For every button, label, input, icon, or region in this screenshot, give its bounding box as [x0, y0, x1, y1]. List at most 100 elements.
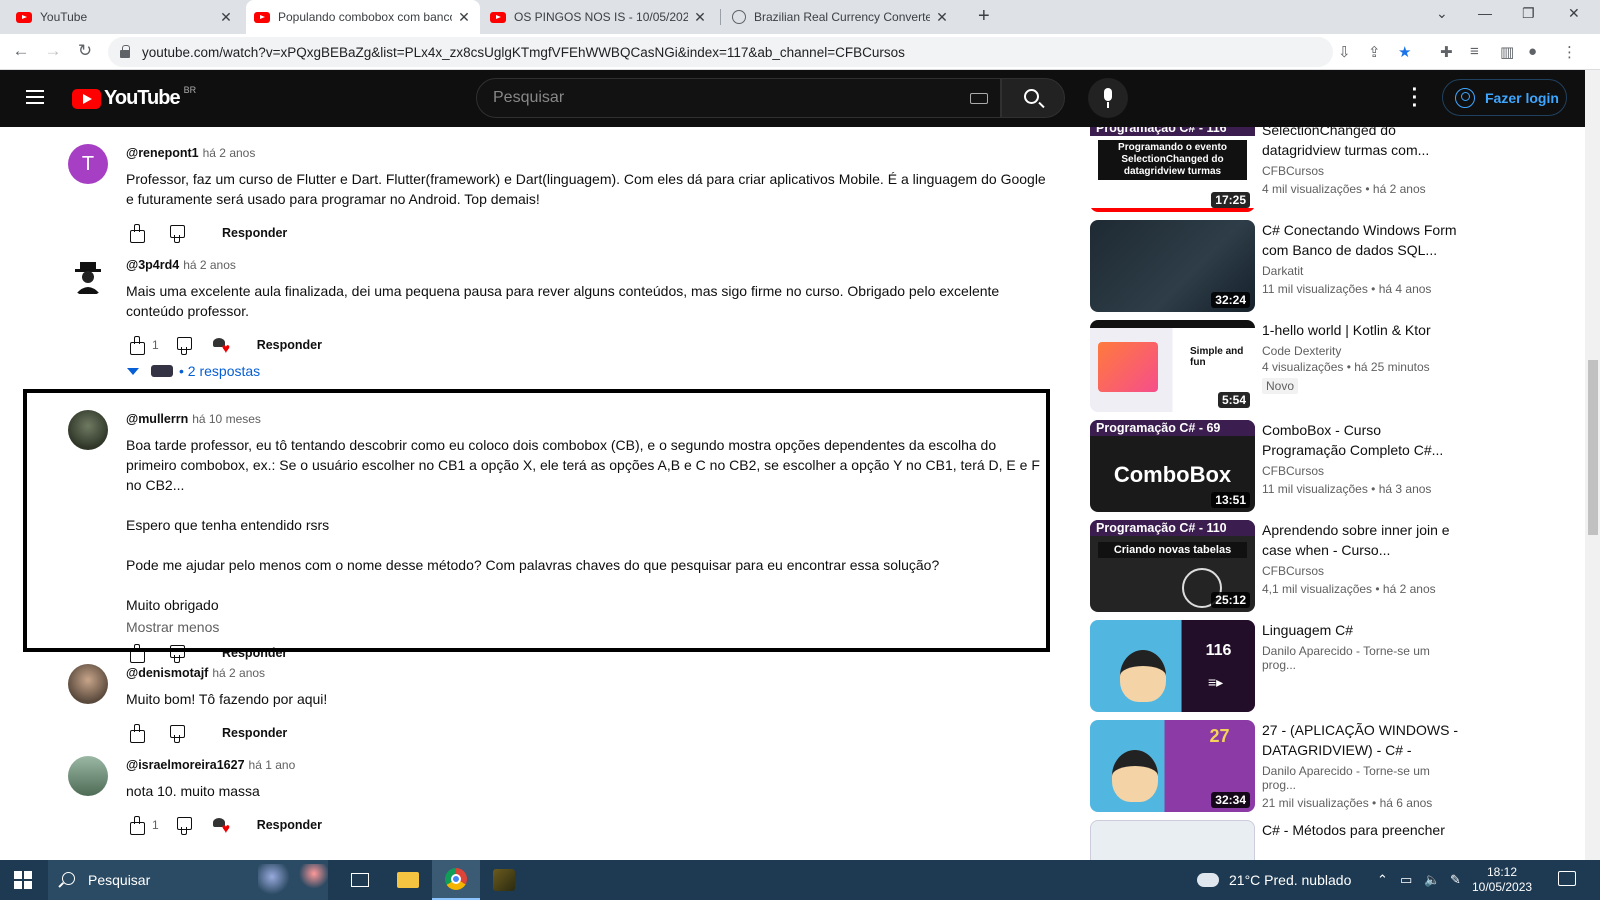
taskbar-search[interactable]: Pesquisar [48, 860, 328, 900]
extensions-icon[interactable]: ✚ [1440, 43, 1453, 61]
view-replies-button[interactable]: • 2 respostas [127, 363, 260, 379]
channel-name[interactable]: Danilo Aparecido - Torne-se um prog... [1262, 764, 1467, 792]
related-video[interactable]: 27 32:34 27 - (APLICAÇÃO WINDOWS - DATAG… [1090, 720, 1570, 814]
video-title[interactable]: C# Conectando Windows Form com Banco de … [1262, 220, 1467, 260]
system-clock[interactable]: 18:12 10/05/2023 [1472, 865, 1532, 895]
dislike-icon[interactable] [173, 816, 193, 835]
windows-start-icon[interactable] [14, 871, 32, 889]
browser-tab-active[interactable]: Populando combobox com banco ✕ [246, 0, 480, 34]
reply-button[interactable]: Responder [257, 338, 322, 352]
menu-icon[interactable] [26, 90, 44, 104]
keyboard-icon[interactable] [970, 93, 988, 104]
like-icon[interactable] [126, 224, 146, 243]
related-video[interactable]: C# - Métodos para preencher [1090, 820, 1570, 860]
channel-name[interactable]: Code Dexterity [1262, 344, 1467, 358]
bookmark-star-icon[interactable]: ★ [1398, 43, 1411, 61]
video-thumbnail[interactable]: 116 ≡▸ [1090, 620, 1255, 712]
video-title[interactable]: Aprendendo sobre inner join e case when … [1262, 520, 1467, 560]
video-thumbnail[interactable]: Simple and fun 5:54 [1090, 320, 1255, 412]
youtube-logo[interactable]: YouTube BR [72, 85, 196, 110]
video-thumbnail[interactable]: Programação C# - 69 ComboBox 13:51 [1090, 420, 1255, 512]
share-icon[interactable]: ⇪ [1368, 43, 1381, 61]
side-panel-icon[interactable]: ▥ [1500, 43, 1514, 61]
comment-time[interactable]: há 1 ano [249, 758, 296, 772]
search-input[interactable]: Pesquisar [476, 78, 1001, 118]
video-title[interactable]: SelectionChanged do datagridview turmas … [1262, 127, 1467, 160]
maximize-icon[interactable]: ❐ [1522, 5, 1535, 22]
avatar[interactable]: T [68, 144, 108, 184]
volume-icon[interactable]: 🔈 [1424, 872, 1440, 888]
video-title[interactable]: 1-hello world | Kotlin & Ktor [1262, 320, 1467, 340]
avatar[interactable] [68, 256, 108, 296]
settings-menu-icon[interactable]: · · · [1410, 80, 1420, 116]
reply-button[interactable]: Responder [257, 818, 322, 832]
like-icon[interactable] [126, 724, 146, 743]
like-icon[interactable] [126, 816, 146, 835]
reload-icon[interactable]: ↻ [74, 41, 96, 61]
comment-author[interactable]: @denismotajf [126, 666, 208, 680]
sign-in-button[interactable]: Fazer login [1442, 79, 1567, 116]
url-field[interactable]: youtube.com/watch?v=xPQxgBEBaZg&list=PLx… [108, 37, 1333, 67]
reply-button[interactable]: Responder [222, 226, 287, 240]
task-view-button[interactable] [336, 860, 384, 900]
dislike-icon[interactable] [166, 224, 186, 243]
close-tab-icon[interactable]: ✕ [692, 9, 708, 26]
game-taskbar-button[interactable] [480, 860, 528, 900]
media-icon[interactable]: ≡ [1470, 43, 1479, 60]
browser-tab-converter[interactable]: Brazilian Real Currency Converter ✕ [724, 0, 958, 34]
dislike-icon[interactable] [166, 724, 186, 743]
avatar[interactable] [68, 664, 108, 704]
comment-author[interactable]: @israelmoreira1627 [126, 758, 245, 772]
search-button[interactable] [1001, 78, 1065, 118]
video-thumbnail[interactable] [1090, 820, 1255, 860]
related-playlist[interactable]: 116 ≡▸ Linguagem C# Danilo Aparecido - T… [1090, 620, 1570, 714]
video-title[interactable]: 27 - (APLICAÇÃO WINDOWS - DATAGRIDVIEW) … [1262, 720, 1467, 760]
video-thumbnail[interactable]: Programação C# - 110 Criando novas tabel… [1090, 520, 1255, 612]
close-tab-icon[interactable]: ✕ [934, 9, 950, 26]
comment-time[interactable]: há 2 anos [183, 258, 236, 272]
video-title[interactable]: C# - Métodos para preencher [1262, 820, 1467, 840]
profile-icon[interactable]: ● [1528, 43, 1537, 60]
close-tab-icon[interactable]: ✕ [218, 9, 234, 26]
comment-author[interactable]: @renepont1 [126, 146, 199, 160]
pen-icon[interactable]: ✎ [1450, 872, 1461, 888]
new-tab-button[interactable]: + [978, 5, 990, 28]
voice-search-button[interactable] [1088, 78, 1128, 118]
tab-search-icon[interactable]: ⌄ [1436, 5, 1448, 22]
chrome-menu-icon[interactable]: ⋮ [1562, 43, 1577, 61]
channel-name[interactable]: Danilo Aparecido - Torne-se um prog... [1262, 644, 1467, 672]
install-icon[interactable]: ⇩ [1338, 43, 1351, 61]
scrollbar-thumb[interactable] [1588, 360, 1598, 535]
video-thumbnail[interactable]: Programação C# - 116 Programando o event… [1090, 127, 1255, 212]
related-video[interactable]: 32:24 C# Conectando Windows Form com Ban… [1090, 220, 1570, 314]
browser-tab-pingos[interactable]: OS PINGOS NOS IS - 10/05/2023 ✕ [482, 0, 716, 34]
channel-name[interactable]: CFBCursos [1262, 164, 1467, 178]
weather-widget[interactable]: 21°C Pred. nublado [1195, 860, 1351, 900]
browser-tab-youtube[interactable]: YouTube ✕ [8, 0, 242, 34]
show-hidden-icons[interactable]: ⌃ [1377, 872, 1388, 888]
video-thumbnail[interactable]: 27 32:34 [1090, 720, 1255, 812]
related-video[interactable]: Programação C# - 69 ComboBox 13:51 Combo… [1090, 420, 1570, 514]
lock-icon[interactable] [120, 45, 130, 58]
avatar[interactable] [68, 756, 108, 796]
minimize-icon[interactable]: — [1478, 5, 1492, 21]
channel-name[interactable]: Darkatit [1262, 264, 1467, 278]
related-video[interactable]: Simple and fun 5:54 1-hello world | Kotl… [1090, 320, 1570, 414]
video-title[interactable]: Linguagem C# [1262, 620, 1467, 640]
reply-button[interactable]: Responder [222, 726, 287, 740]
video-thumbnail[interactable]: 32:24 [1090, 220, 1255, 312]
comment-time[interactable]: há 2 anos [203, 146, 256, 160]
network-icon[interactable]: ▭ [1400, 872, 1412, 888]
chrome-taskbar-button[interactable] [432, 860, 480, 900]
like-icon[interactable] [126, 336, 146, 355]
close-window-icon[interactable]: ✕ [1568, 5, 1580, 22]
channel-name[interactable]: CFBCursos [1262, 564, 1467, 578]
related-video[interactable]: Programação C# - 116 Programando o event… [1090, 127, 1570, 214]
channel-name[interactable]: CFBCursos [1262, 464, 1467, 478]
video-title[interactable]: ComboBox - Curso Programação Completo C#… [1262, 420, 1467, 460]
related-video[interactable]: Programação C# - 110 Criando novas tabel… [1090, 520, 1570, 614]
close-tab-icon[interactable]: ✕ [456, 9, 472, 26]
notifications-icon[interactable] [1558, 871, 1576, 886]
file-explorer-button[interactable] [384, 860, 432, 900]
dislike-icon[interactable] [173, 336, 193, 355]
